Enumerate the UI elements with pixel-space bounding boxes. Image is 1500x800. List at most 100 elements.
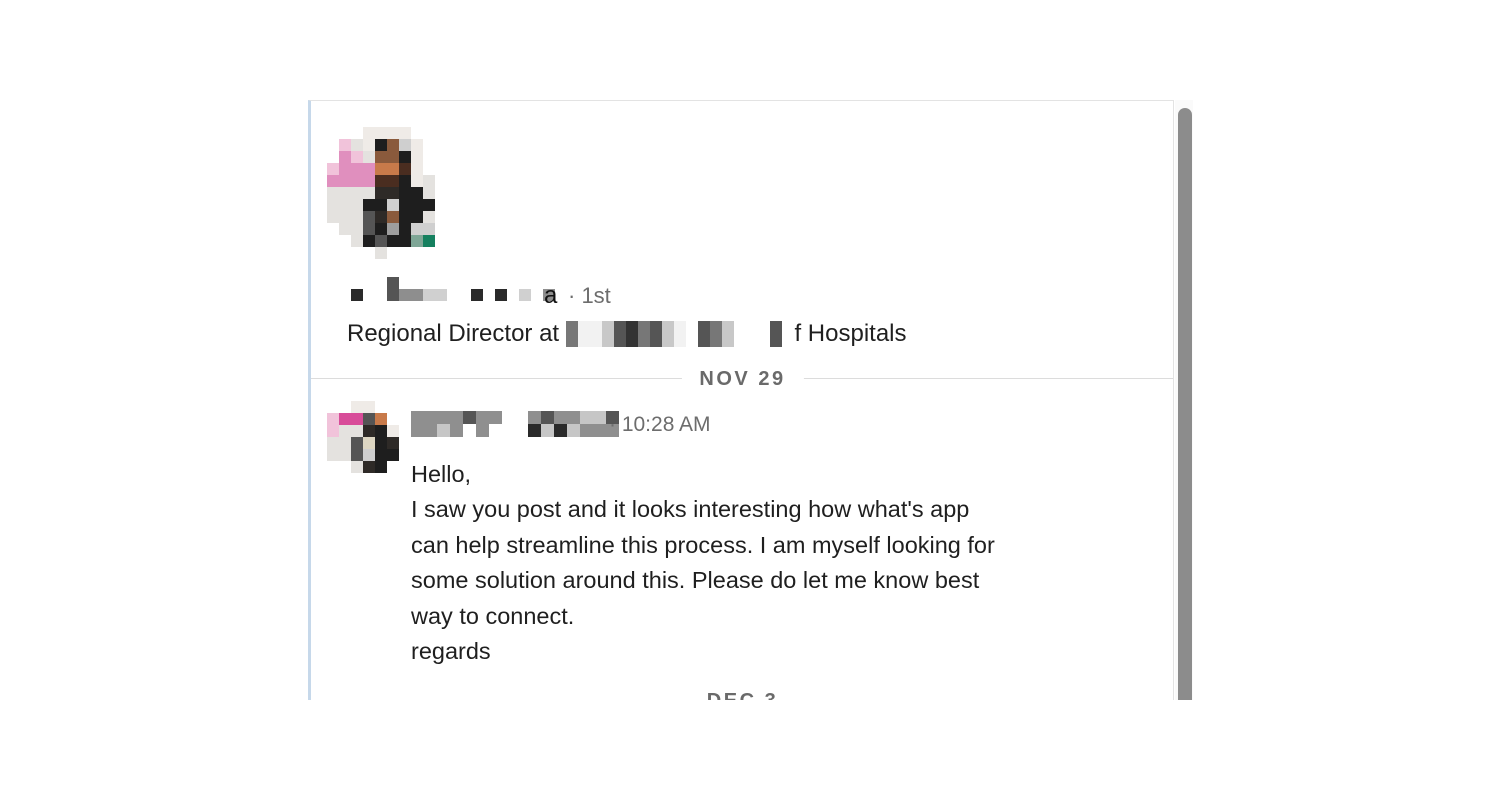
message-line: Hello, (411, 461, 472, 487)
redaction-pixel (399, 235, 411, 247)
redaction-pixel (411, 175, 423, 187)
redaction-pixel (411, 199, 423, 211)
redaction-pixel (375, 449, 387, 461)
profile-name-row[interactable]: a · 1st (351, 277, 651, 309)
sender-name-redacted[interactable] (411, 411, 619, 439)
redaction-pixel (387, 223, 399, 235)
redaction-pixel (673, 320, 686, 334)
redaction-pixel (351, 151, 363, 163)
message-line: way to connect. (411, 602, 575, 629)
redaction-pixel (528, 411, 541, 424)
redaction-pixel (437, 411, 450, 424)
redaction-pixel (399, 139, 411, 151)
redaction-pixel (351, 187, 363, 199)
redaction-pixel (399, 151, 411, 163)
redaction-pixel (423, 211, 435, 223)
redaction-pixel (387, 289, 399, 301)
redaction-pixel (375, 199, 387, 211)
redaction-pixel (625, 333, 638, 347)
redaction-pixel (351, 425, 363, 437)
redaction-pixel (580, 411, 593, 424)
profile-avatar[interactable] (327, 127, 455, 263)
redaction-pixel (351, 437, 363, 449)
redaction-pixel (649, 333, 662, 347)
redaction-pixel (351, 175, 363, 187)
redaction-pixel (411, 289, 423, 301)
redaction-pixel (476, 411, 489, 424)
redaction-pixel (375, 437, 387, 449)
redaction-pixel (769, 333, 782, 347)
redaction-pixel (387, 235, 399, 247)
redaction-pixel (541, 424, 554, 437)
redaction-pixel (697, 320, 710, 334)
redaction-pixel (450, 424, 463, 437)
redaction-pixel (399, 289, 411, 301)
redaction-pixel (423, 235, 435, 247)
redaction-pixel (601, 320, 614, 334)
redaction-pixel (399, 175, 411, 187)
redaction-pixel (399, 187, 411, 199)
message-body: Hello, I saw you post and it looks inter… (411, 457, 1091, 669)
redaction-pixel (339, 211, 351, 223)
redaction-pixel (411, 424, 424, 437)
redaction-pixel (363, 151, 375, 163)
redaction-pixel (375, 163, 387, 175)
redaction-pixel (351, 163, 363, 175)
redaction-pixel (471, 289, 483, 301)
date-divider-label: DEC 3 (688, 689, 797, 700)
redaction-pixel (363, 139, 375, 151)
redaction-pixel (375, 247, 387, 259)
redaction-pixel (589, 333, 602, 347)
redaction-pixel (339, 175, 351, 187)
redaction-pixel (363, 461, 375, 473)
headline-suffix: f Hospitals (794, 319, 907, 347)
redaction-pixel (363, 425, 375, 437)
redaction-pixel (709, 320, 722, 334)
redaction-pixel (450, 411, 463, 424)
redaction-pixel (554, 424, 567, 437)
redaction-pixel (721, 320, 734, 334)
redaction-pixel (327, 413, 339, 425)
redaction-pixel (375, 187, 387, 199)
profile-name-visible: a (544, 282, 558, 309)
redaction-pixel (554, 411, 567, 424)
sender-avatar[interactable] (327, 401, 403, 481)
redaction-pixel (399, 223, 411, 235)
redaction-pixel (769, 320, 782, 334)
redaction-pixel (375, 127, 387, 139)
profile-name-redacted (351, 277, 555, 307)
redaction-pixel (327, 187, 339, 199)
redaction-pixel (601, 333, 614, 347)
scrollbar-thumb[interactable] (1178, 108, 1192, 700)
redaction-pixel (351, 413, 363, 425)
redaction-pixel (387, 175, 399, 187)
redaction-pixel (375, 461, 387, 473)
redaction-pixel (423, 289, 435, 301)
redaction-pixel (721, 333, 734, 347)
redaction-pixel (424, 424, 437, 437)
redaction-pixel (411, 163, 423, 175)
date-divider-label: NOV 29 (681, 367, 804, 391)
redaction-pixel (589, 320, 602, 334)
redaction-pixel (709, 333, 722, 347)
headline-redacted (565, 320, 788, 347)
message-line: regards (411, 638, 491, 665)
redaction-pixel (363, 437, 375, 449)
redaction-pixel (593, 424, 606, 437)
redaction-pixel (567, 411, 580, 424)
redaction-pixel (327, 437, 339, 449)
conversation-panel: a · 1st Regional Director at f Hospitals… (308, 100, 1174, 700)
date-divider: NOV 29 (311, 367, 1173, 391)
date-divider: DEC 3 (311, 689, 1173, 700)
redaction-pixel (673, 333, 686, 347)
redaction-pixel (375, 139, 387, 151)
redaction-pixel (593, 411, 606, 424)
redaction-pixel (661, 333, 674, 347)
redaction-pixel (423, 175, 435, 187)
redaction-pixel (327, 175, 339, 187)
redaction-pixel (565, 333, 578, 347)
redaction-pixel (399, 127, 411, 139)
redaction-pixel (411, 139, 423, 151)
redaction-pixel (363, 449, 375, 461)
redaction-pixel (476, 424, 489, 437)
